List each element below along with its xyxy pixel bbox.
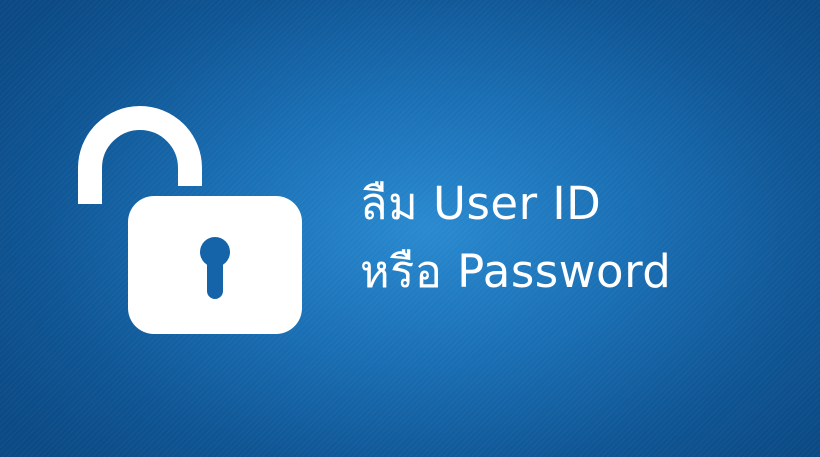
padlock-shackle <box>78 106 202 204</box>
unlocked-padlock-icon <box>78 106 302 334</box>
keyhole-slot <box>207 254 223 299</box>
headline-line-forgot-user-id: ลืม User ID <box>360 177 602 230</box>
headline-line-or-password: หรือ Password <box>360 245 672 298</box>
forgot-credentials-banner: ลืม User ID หรือ Password <box>0 0 820 457</box>
headline: ลืม User ID หรือ Password <box>360 170 671 306</box>
